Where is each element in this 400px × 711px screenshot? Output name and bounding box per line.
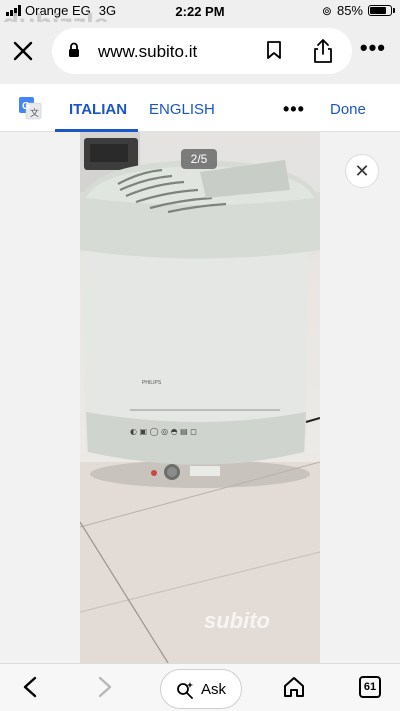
tab-italian[interactable]: ITALIAN [69, 101, 127, 118]
tabs-count-button[interactable]: 61 [359, 676, 381, 698]
close-icon[interactable] [10, 38, 36, 64]
search-sparkle-icon [177, 682, 193, 699]
more-icon[interactable]: ••• [360, 37, 386, 59]
battery-percent: 85% [336, 3, 363, 18]
battery-icon [368, 5, 395, 16]
url-text[interactable]: www.subito.it [98, 42, 197, 62]
tab-english[interactable]: ENGLISH [149, 101, 215, 118]
done-button[interactable]: Done [330, 101, 366, 118]
subito-watermark: subito [204, 608, 270, 633]
svg-text:G: G [22, 101, 30, 112]
browser-screen: Orange EG 3G 2:22 PM ⊚ 85% dubizzle www.… [0, 0, 400, 711]
image-counter: 2/5 [181, 149, 217, 169]
page-content: PHILIPS ◐ ▣ ◯ ◎ ◓ ▤ ◻ 2/5 subito ✕ [0, 132, 400, 663]
forward-icon[interactable] [97, 676, 113, 698]
status-bar: Orange EG 3G 2:22 PM ⊚ 85% dubizzle [0, 0, 400, 39]
orientation-lock-icon: ⊚ [321, 3, 332, 18]
status-right: ⊚ 85% [321, 3, 395, 18]
bottom-toolbar: Ask 61 [0, 663, 400, 711]
svg-text:文: 文 [30, 107, 39, 118]
lock-icon [69, 42, 79, 57]
deep-fryer-image: PHILIPS ◐ ▣ ◯ ◎ ◓ ▤ ◻ [80, 132, 320, 663]
svg-text:◐ ▣ ◯ ◎ ◓ ▤ ◻: ◐ ▣ ◯ ◎ ◓ ▤ ◻ [130, 427, 197, 436]
share-icon[interactable] [312, 38, 334, 64]
svg-text:PHILIPS: PHILIPS [142, 380, 162, 386]
bookmark-icon[interactable] [266, 40, 282, 60]
home-icon[interactable] [283, 676, 305, 698]
url-row: www.subito.it ••• [0, 22, 400, 84]
battery-fill [370, 7, 387, 14]
ask-label: Ask [201, 681, 227, 698]
translate-bar: G 文 ITALIAN ENGLISH ••• Done [0, 84, 400, 132]
address-bar[interactable]: www.subito.it [52, 28, 352, 74]
gallery-close-button[interactable]: ✕ [345, 154, 379, 188]
translate-more-icon[interactable]: ••• [283, 99, 305, 120]
ask-button[interactable]: Ask [160, 669, 242, 709]
product-photo[interactable]: PHILIPS ◐ ▣ ◯ ◎ ◓ ▤ ◻ 2/5 subito [80, 132, 320, 663]
back-icon[interactable] [22, 676, 38, 698]
google-translate-icon[interactable]: G 文 [18, 96, 42, 120]
